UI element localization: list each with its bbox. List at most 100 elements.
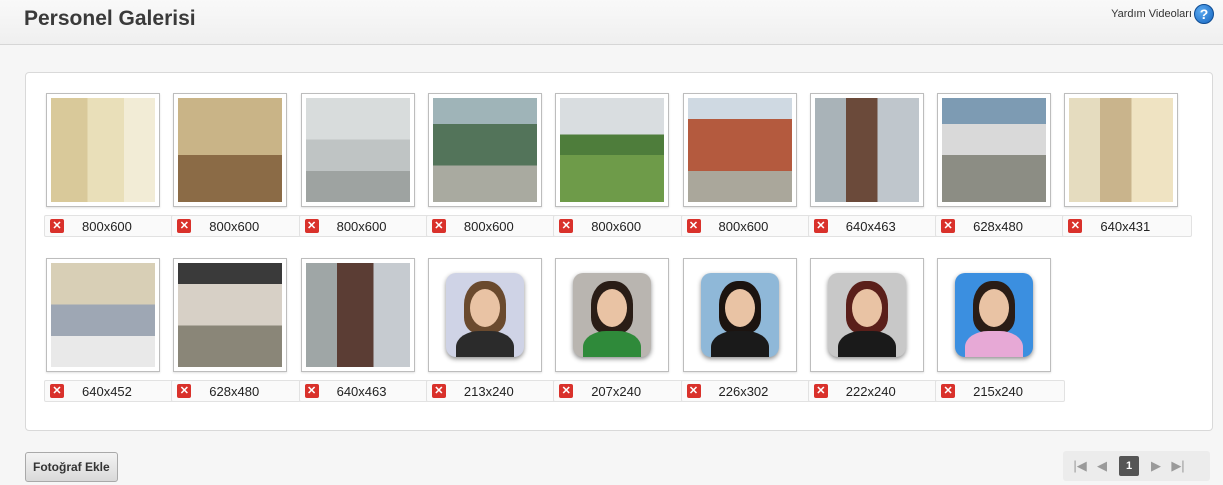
photo-dimensions: 215x240 xyxy=(973,383,1023,399)
page-number-current[interactable]: 1 xyxy=(1119,456,1139,476)
photo-caption: ✕ 628x480 xyxy=(935,215,1066,237)
photo-thumbnail[interactable] xyxy=(809,258,924,372)
photo-image xyxy=(814,98,919,202)
gallery-photo-tile: ✕ 800x600 xyxy=(553,93,684,237)
photo-thumbnail[interactable] xyxy=(300,258,415,372)
photo-gallery-panel: ✕ 800x600 ✕ 800x600 ✕ 800x600 ✕ 800x600 ✕ 800x600… xyxy=(25,72,1213,431)
photo-image xyxy=(51,98,155,202)
photo-dimensions: 800x600 xyxy=(209,218,260,234)
page-title: Personel Galerisi xyxy=(24,7,196,30)
next-page-icon[interactable]: ▶ xyxy=(1145,458,1167,474)
photo-caption: ✕ 640x463 xyxy=(807,215,938,237)
gallery-photo-tile: ✕ 800x600 xyxy=(425,93,556,237)
gallery-photo-tile: ✕ 207x240 xyxy=(553,258,684,402)
photo-image xyxy=(1069,98,1174,202)
photo-image xyxy=(305,263,410,367)
gallery-photo-tile: ✕ 215x240 xyxy=(935,258,1066,402)
photo-dimensions: 800x600 xyxy=(336,218,387,234)
photo-dimensions: 222x240 xyxy=(845,383,896,399)
gallery-photo-tile: ✕ 213x240 xyxy=(425,258,556,402)
question-circle-icon[interactable]: ? xyxy=(1194,4,1214,24)
photo-thumbnail[interactable] xyxy=(427,258,542,372)
close-x-icon[interactable]: ✕ xyxy=(431,384,446,398)
photo-dimensions: 207x240 xyxy=(591,383,642,399)
photo-caption: ✕ 800x600 xyxy=(298,215,429,237)
first-page-icon[interactable]: |◀ xyxy=(1069,458,1091,474)
portrait-image xyxy=(827,273,906,357)
photo-thumbnail[interactable] xyxy=(427,93,542,207)
help-videos-link[interactable]: Yardım Videoları ? xyxy=(1111,4,1214,24)
gallery-photo-tile: ✕ 800x600 xyxy=(680,93,811,237)
photo-dimensions: 800x600 xyxy=(591,218,642,234)
photo-dimensions: 640x452 xyxy=(82,383,132,399)
photo-dimensions: 226x302 xyxy=(718,383,769,399)
close-x-icon[interactable]: ✕ xyxy=(1068,219,1083,233)
close-x-icon[interactable]: ✕ xyxy=(559,219,574,233)
gallery-photo-tile: ✕ 226x302 xyxy=(680,258,811,402)
close-x-icon[interactable]: ✕ xyxy=(304,219,319,233)
photo-caption: ✕ 628x480 xyxy=(171,380,302,402)
photo-thumbnail[interactable] xyxy=(937,93,1052,207)
pagination: |◀ ◀ 1 ▶ ▶| xyxy=(1063,451,1210,481)
photo-dimensions: 800x600 xyxy=(82,218,132,234)
photo-dimensions: 800x600 xyxy=(463,218,514,234)
close-x-icon[interactable]: ✕ xyxy=(686,219,701,233)
photo-thumbnail[interactable] xyxy=(173,258,288,372)
close-x-icon[interactable]: ✕ xyxy=(50,384,64,398)
photo-caption: ✕ 800x600 xyxy=(553,215,684,237)
photo-thumbnail[interactable] xyxy=(46,93,160,207)
gallery-photo-tile: ✕ 640x463 xyxy=(807,93,938,237)
close-x-icon[interactable]: ✕ xyxy=(50,219,64,233)
page-header: Personel Galerisi Yardım Videoları ? xyxy=(0,0,1223,45)
close-x-icon[interactable]: ✕ xyxy=(941,219,956,233)
photo-caption: ✕ 222x240 xyxy=(807,380,938,402)
photo-image xyxy=(942,98,1047,202)
close-x-icon[interactable]: ✕ xyxy=(941,384,956,398)
photo-image xyxy=(51,263,155,367)
photo-thumbnail[interactable] xyxy=(1064,93,1179,207)
prev-page-icon[interactable]: ◀ xyxy=(1091,458,1113,474)
help-videos-label: Yardım Videoları xyxy=(1111,8,1192,20)
photo-thumbnail[interactable] xyxy=(682,93,797,207)
photo-image xyxy=(178,98,283,202)
photo-caption: ✕ 800x600 xyxy=(171,215,302,237)
gallery-photo-tile: ✕ 628x480 xyxy=(171,258,302,402)
gallery-photo-tile: ✕ 222x240 xyxy=(807,258,938,402)
photo-dimensions: 213x240 xyxy=(463,383,514,399)
photo-dimensions: 628x480 xyxy=(973,218,1023,234)
photo-dimensions: 628x480 xyxy=(209,383,260,399)
photo-caption: ✕ 226x302 xyxy=(680,380,811,402)
photo-thumbnail[interactable] xyxy=(937,258,1052,372)
photo-thumbnail[interactable] xyxy=(46,258,160,372)
close-x-icon[interactable]: ✕ xyxy=(813,384,828,398)
photo-caption: ✕ 800x600 xyxy=(44,215,174,237)
close-x-icon[interactable]: ✕ xyxy=(686,384,701,398)
photo-image xyxy=(178,263,283,367)
portrait-image xyxy=(445,273,524,357)
gallery-photo-tile: ✕ 800x600 xyxy=(298,93,429,237)
photo-thumbnail[interactable] xyxy=(173,93,288,207)
photo-thumbnail[interactable] xyxy=(809,93,924,207)
photo-dimensions: 640x431 xyxy=(1100,218,1151,234)
close-x-icon[interactable]: ✕ xyxy=(813,219,828,233)
photo-dimensions: 640x463 xyxy=(336,383,387,399)
photo-thumbnail[interactable] xyxy=(300,93,415,207)
photo-caption: ✕ 800x600 xyxy=(425,215,556,237)
gallery-photo-tile: ✕ 628x480 xyxy=(935,93,1066,237)
close-x-icon[interactable]: ✕ xyxy=(177,384,192,398)
gallery-photo-tile: ✕ 640x431 xyxy=(1062,93,1193,237)
photo-thumbnail[interactable] xyxy=(682,258,797,372)
photo-caption: ✕ 207x240 xyxy=(553,380,684,402)
close-x-icon[interactable]: ✕ xyxy=(559,384,574,398)
add-photo-button[interactable]: Fotoğraf Ekle xyxy=(25,452,118,482)
portrait-image xyxy=(700,273,779,357)
close-x-icon[interactable]: ✕ xyxy=(177,219,192,233)
gallery-photo-tile: ✕ 640x463 xyxy=(298,258,429,402)
photo-thumbnail[interactable] xyxy=(555,93,670,207)
gallery-photo-tile: ✕ 800x600 xyxy=(171,93,302,237)
last-page-icon[interactable]: ▶| xyxy=(1167,458,1189,474)
close-x-icon[interactable]: ✕ xyxy=(304,384,319,398)
photo-thumbnail[interactable] xyxy=(555,258,670,372)
close-x-icon[interactable]: ✕ xyxy=(431,219,446,233)
photo-dimensions: 800x600 xyxy=(718,218,769,234)
